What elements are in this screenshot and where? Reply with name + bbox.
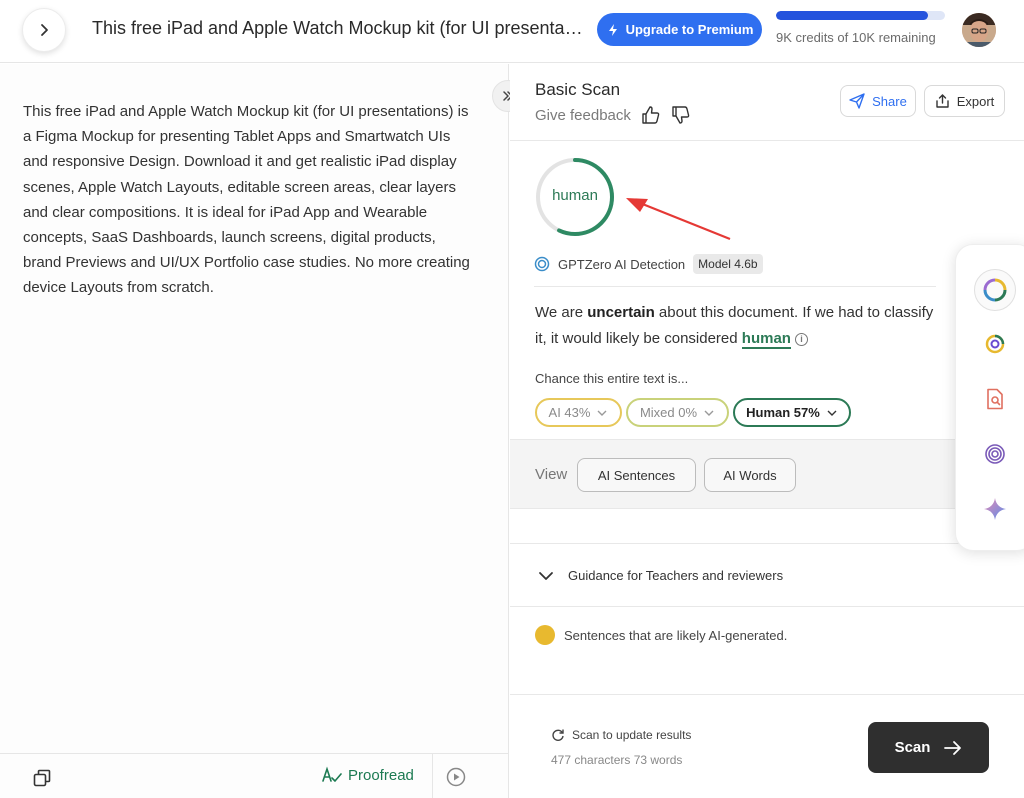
user-avatar-image: [962, 13, 996, 47]
credits-progress-fill: [776, 11, 929, 20]
human-probability-chip[interactable]: Human 57%: [733, 398, 851, 427]
chevron-down-icon: [539, 572, 553, 580]
upgrade-premium-button[interactable]: Upgrade to Premium: [597, 13, 762, 46]
verdict-class: human: [741, 330, 791, 349]
detector-name: GPTZero AI Detection: [558, 256, 686, 272]
ai-legend-dot: [535, 625, 555, 645]
lightning-icon: [608, 23, 617, 36]
proofread-button[interactable]: Proofread: [322, 766, 414, 784]
chevron-right-icon: [41, 24, 48, 36]
scan-update-hint: Scan to update results: [551, 728, 691, 742]
thumbs-up-icon[interactable]: [641, 105, 661, 125]
expand-sidebar-button[interactable]: [22, 8, 66, 52]
send-icon: [849, 93, 865, 109]
divider: [510, 694, 1024, 695]
share-button[interactable]: Share: [840, 85, 916, 117]
mixed-probability-chip[interactable]: Mixed 0%: [626, 398, 729, 427]
refresh-icon: [552, 729, 564, 741]
scan-update-label: Scan to update results: [572, 728, 692, 742]
thumbs-down-icon[interactable]: [671, 105, 691, 125]
guidance-accordion[interactable]: Guidance for Teachers and reviewers: [510, 543, 1024, 607]
human-probability-label: Human 57%: [746, 405, 820, 420]
copy-icon[interactable]: [32, 768, 52, 788]
credits-progress-bar: [776, 11, 945, 20]
play-icon[interactable]: [446, 767, 466, 787]
divider: [534, 286, 936, 287]
export-icon: [936, 93, 949, 108]
credits-text: 9K credits of 10K remaining: [776, 30, 936, 45]
feedback-row: Give feedback: [535, 105, 691, 125]
fingerprint-tool[interactable]: [974, 433, 1016, 475]
ai-words-button[interactable]: AI Words: [704, 458, 796, 492]
verdict-certainty: uncertain: [587, 304, 655, 321]
ai-legend-text: Sentences that are likely AI-generated.: [564, 628, 788, 643]
ai-probability-chip[interactable]: AI 43%: [535, 398, 622, 427]
chance-label: Chance this entire text is...: [535, 371, 689, 386]
export-label: Export: [956, 93, 995, 109]
writing-analysis-tool[interactable]: [974, 323, 1016, 365]
feedback-label: Give feedback: [535, 106, 631, 124]
document-search-icon: [987, 388, 1003, 410]
chevron-down-icon: [597, 410, 607, 416]
ai-assistant-tool[interactable]: [974, 488, 1016, 530]
editor-footer: Proofread: [0, 753, 509, 798]
scan-button-label: Scan: [894, 739, 931, 756]
share-label: Share: [872, 93, 907, 109]
sparkle-icon: [984, 498, 1006, 520]
result-label: human: [552, 187, 598, 204]
arrow-right-icon: [944, 740, 962, 755]
chevron-down-icon: [704, 410, 714, 416]
info-icon[interactable]: i: [794, 333, 808, 346]
side-toolbar: [955, 244, 1024, 551]
document-title: This free iPad and Apple Watch Mockup ki…: [92, 18, 584, 38]
scan-button[interactable]: Scan: [868, 722, 989, 773]
ai-scan-tool[interactable]: [974, 269, 1016, 311]
scan-title: Basic Scan: [535, 80, 621, 99]
scan-results-panel: Basic Scan Give feedback Share Export hu…: [510, 64, 1024, 798]
plagiarism-tool[interactable]: [974, 378, 1016, 420]
export-button[interactable]: Export: [924, 85, 1005, 117]
mixed-probability-label: Mixed 0%: [639, 405, 698, 420]
proofread-label: Proofread: [348, 766, 414, 784]
avatar[interactable]: [962, 13, 996, 47]
ai-sentences-button[interactable]: AI Sentences: [577, 458, 696, 492]
view-toggle-bar: View AI Sentences AI Words: [510, 439, 1024, 509]
annotation-arrow: [626, 198, 731, 241]
verdict-text: We are uncertain about this document. If…: [535, 300, 935, 352]
document-text[interactable]: This free iPad and Apple Watch Mockup ki…: [23, 99, 473, 301]
model-badge: Model 4.6b: [693, 254, 763, 274]
verdict-pre: We are: [535, 304, 588, 321]
character-count: 477 characters 73 words: [551, 753, 683, 767]
document-editor[interactable]: This free iPad and Apple Watch Mockup ki…: [0, 64, 509, 753]
upgrade-premium-label: Upgrade to Premium: [625, 22, 754, 37]
guidance-label: Guidance for Teachers and reviewers: [568, 568, 784, 583]
view-label: View: [535, 466, 568, 483]
writing-analysis-icon: [985, 334, 1005, 354]
detector-row: GPTZero AI Detection Model 4.6b: [534, 254, 763, 274]
proofread-icon: [322, 766, 342, 782]
gptzero-logo-icon: [534, 256, 550, 272]
spiral-icon: [985, 444, 1005, 464]
ai-probability-label: AI 43%: [548, 405, 591, 420]
top-bar: This free iPad and Apple Watch Mockup ki…: [0, 0, 1024, 63]
divider: [510, 140, 1024, 141]
chevron-down-icon: [827, 410, 837, 416]
ai-scan-icon: [983, 278, 1007, 302]
footer-divider: [432, 754, 433, 798]
